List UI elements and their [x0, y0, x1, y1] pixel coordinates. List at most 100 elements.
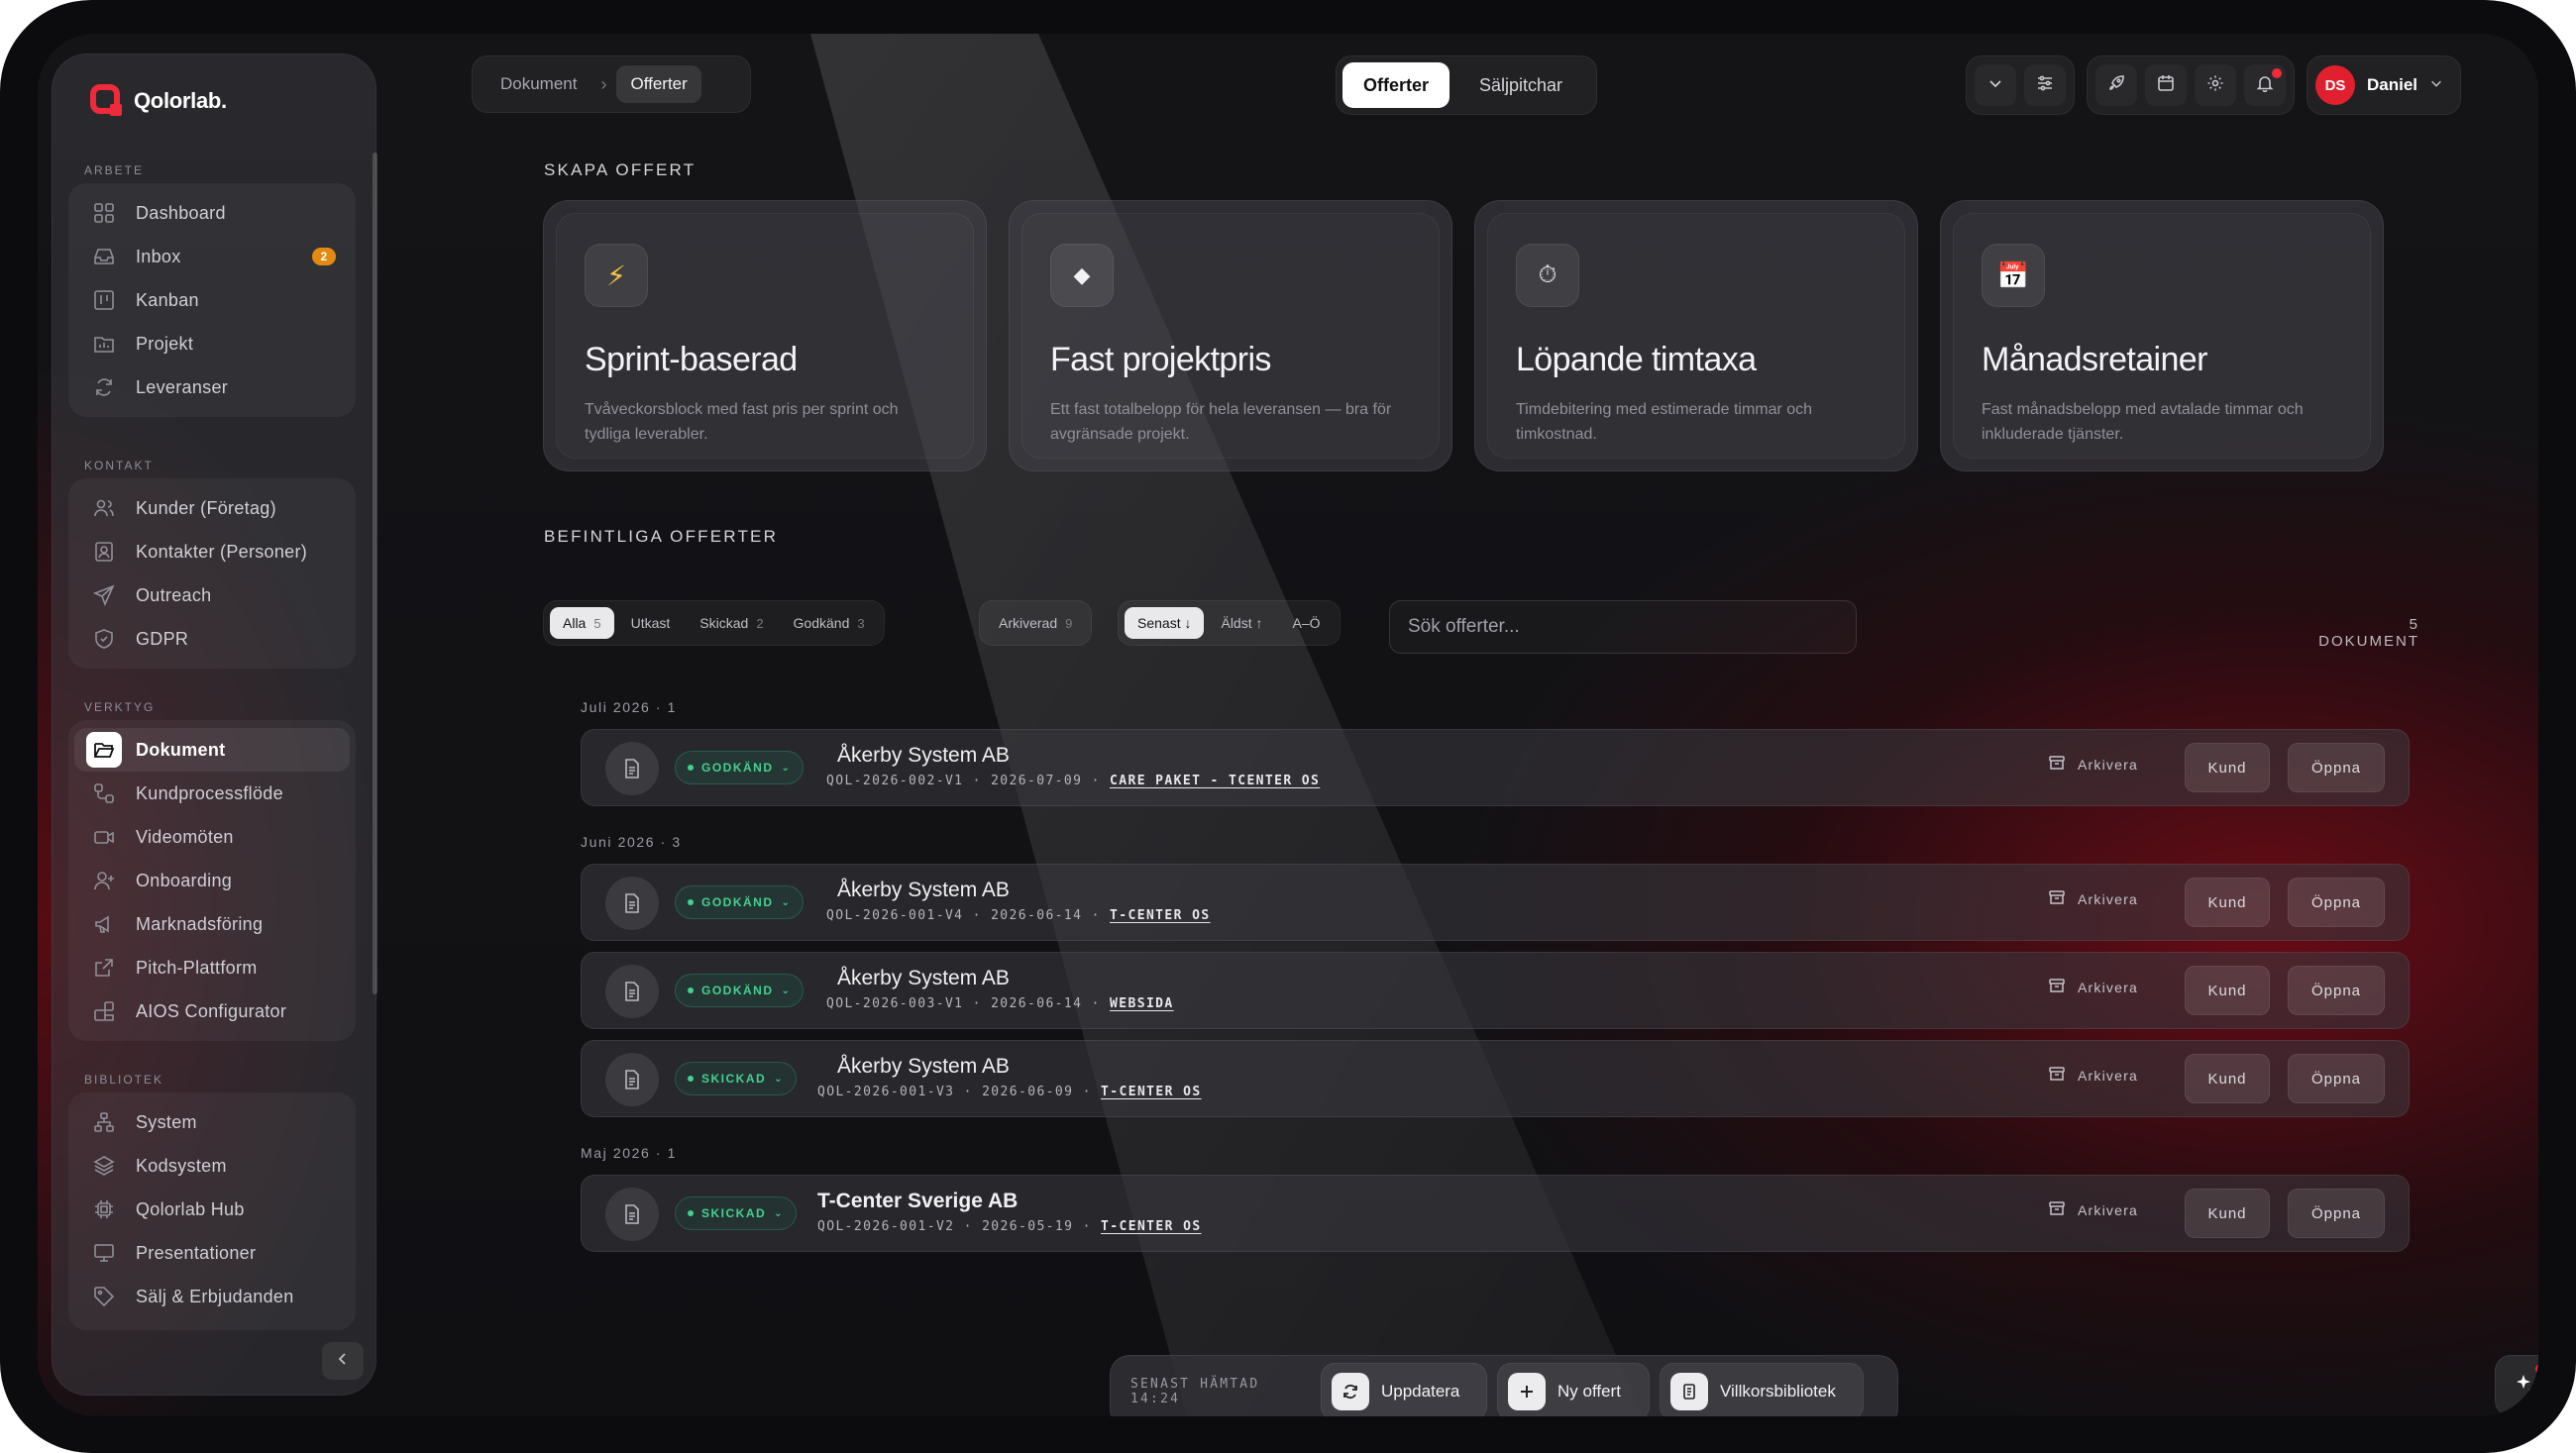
sidebar-item-marknadsforing[interactable]: Marknadsföring [74, 902, 350, 946]
filter-alla[interactable]: Alla 5 [550, 607, 614, 639]
card-fast-projektpris[interactable]: ◆ Fast projektpris Ett fast totalbelopp … [1009, 200, 1452, 471]
breadcrumb-item-offerter[interactable]: Offerter [616, 65, 701, 103]
archive-button[interactable]: Arkivera [2048, 977, 2138, 997]
breadcrumb-item-dokument[interactable]: Dokument [486, 65, 590, 103]
row-meta-id-date: QOL-2026-003-V1 · 2026-06-14 · [826, 996, 1101, 1011]
sidebar-item-salj-erbjudanden[interactable]: Sälj & Erbjudanden [74, 1275, 350, 1318]
card-manadsretainer[interactable]: 📅 Månadsretainer Fast månadsbelopp med a… [1940, 200, 2384, 471]
chip-count: 3 [857, 615, 865, 631]
sidebar-item-kanban[interactable]: Kanban [74, 278, 350, 322]
archive-icon [2048, 1199, 2066, 1220]
customer-button[interactable]: Kund [2185, 1189, 2270, 1238]
sidebar-item-gdpr[interactable]: GDPR [74, 617, 350, 661]
sidebar-item-projekt[interactable]: Projekt [74, 322, 350, 365]
chip-label: Utkast [630, 615, 671, 631]
offer-row[interactable]: GODKÄND ⌄ Åkerby System AB QOL-2026-003-V… [581, 952, 2410, 1029]
row-project-tag[interactable]: T-CENTER OS [1101, 1085, 1202, 1099]
sidebar-item-presentationer[interactable]: Presentationer [74, 1231, 350, 1275]
filter-godkand[interactable]: Godkänd 3 [781, 607, 878, 639]
avatar: DS [2315, 65, 2355, 105]
notifications-button[interactable] [2244, 64, 2286, 106]
filters-button[interactable] [2024, 64, 2066, 106]
row-meta-id-date: QOL-2026-001-V3 · 2026-06-09 · [817, 1085, 1092, 1099]
new-offer-button[interactable]: Ny offert [1497, 1363, 1650, 1416]
sidebar-item-outreach[interactable]: Outreach [74, 573, 350, 617]
sidebar-item-inbox[interactable]: Inbox 2 [74, 235, 350, 278]
card-title: Sprint-baserad [585, 341, 798, 378]
customer-button[interactable]: Kund [2185, 878, 2270, 927]
user-menu[interactable]: DS Daniel [2307, 55, 2461, 115]
chip-icon [92, 1197, 116, 1221]
offer-row[interactable]: SKICKAD ⌄ T-Center Sverige AB QOL-2026-00… [581, 1175, 2410, 1252]
status-badge[interactable]: SKICKAD ⌄ [675, 1196, 798, 1230]
search-input[interactable] [1408, 616, 1824, 638]
tab-saljpitchar[interactable]: Säljpitchar [1455, 62, 1586, 108]
expand-button[interactable] [1975, 64, 2016, 106]
sidebar-item-dokument[interactable]: Dokument [74, 728, 350, 772]
open-button[interactable]: Öppna [2288, 743, 2385, 792]
row-project-tag[interactable]: CARE PAKET - TCENTER OS [1110, 774, 1320, 788]
sidebar-item-label: Onboarding [136, 870, 233, 890]
archive-button[interactable]: Arkivera [2048, 1199, 2138, 1220]
sidebar-item-kunder[interactable]: Kunder (Företag) [74, 486, 350, 530]
row-project-tag[interactable]: T-CENTER OS [1110, 908, 1211, 923]
calendar-button[interactable] [2145, 64, 2187, 106]
archive-button[interactable]: Arkivera [2048, 888, 2138, 909]
document-icon [605, 965, 659, 1018]
offer-row[interactable]: GODKÄND ⌄ Åkerby System AB QOL-2026-002-V… [581, 729, 2410, 806]
sort-a-o[interactable]: A–Ö [1280, 607, 1334, 639]
settings-button[interactable] [2195, 64, 2236, 106]
archive-button[interactable]: Arkivera [2048, 1065, 2138, 1086]
search-field[interactable] [1389, 600, 1857, 654]
sidebar-item-videomoten[interactable]: Videomöten [74, 815, 350, 859]
archive-button[interactable]: Arkivera [2048, 754, 2138, 775]
status-badge[interactable]: GODKÄND ⌄ [675, 751, 805, 784]
status-badge[interactable]: GODKÄND ⌄ [675, 974, 805, 1007]
status-badge[interactable]: SKICKAD ⌄ [675, 1062, 798, 1095]
logo[interactable]: Qolorlab. [90, 84, 227, 118]
sidebar-scrollbar[interactable] [373, 153, 377, 994]
sidebar-item-label: Kunder (Företag) [136, 497, 276, 518]
open-button[interactable]: Öppna [2288, 1189, 2385, 1238]
nav-group-verktyg: Dokument Kundprocessflöde Videomöten Onb… [68, 720, 356, 1041]
refresh-button[interactable]: Uppdatera [1321, 1363, 1487, 1416]
sort-aldst[interactable]: Äldst ↑ [1208, 607, 1275, 639]
offer-row[interactable]: GODKÄND ⌄ Åkerby System AB QOL-2026-001-V… [581, 864, 2410, 941]
sidebar-item-kontakter[interactable]: Kontakter (Personer) [74, 530, 350, 573]
row-customer: Åkerby System AB [837, 967, 1010, 989]
sidebar-item-qolorlab-hub[interactable]: Qolorlab Hub [74, 1188, 350, 1231]
row-project-tag[interactable]: WEBSIDA [1110, 996, 1174, 1011]
document-count: 5 DOKUMENT [2318, 616, 2419, 650]
filter-skickad[interactable]: Skickad 2 [687, 607, 776, 639]
sidebar-item-aios-configurator[interactable]: AIOS Configurator [74, 989, 350, 1033]
ai-assistant-button[interactable] [2495, 1355, 2538, 1416]
collapse-sidebar-button[interactable] [322, 1342, 364, 1380]
rocket-button[interactable] [2095, 64, 2137, 106]
sidebar-item-kodsystem[interactable]: Kodsystem [74, 1144, 350, 1188]
sort-senast[interactable]: Senast ↓ [1125, 607, 1205, 639]
filter-arkiverad[interactable]: Arkiverad 9 [986, 607, 1085, 639]
sidebar-item-system[interactable]: System [74, 1100, 350, 1144]
chevron-left-icon [335, 1350, 351, 1373]
terms-library-button[interactable]: Villkorsbibliotek [1660, 1363, 1864, 1416]
status-badge[interactable]: GODKÄND ⌄ [675, 885, 805, 919]
tab-offerter[interactable]: Offerter [1342, 62, 1449, 108]
offer-row[interactable]: SKICKAD ⌄ Åkerby System AB QOL-2026-001-V… [581, 1040, 2410, 1117]
open-button[interactable]: Öppna [2288, 966, 2385, 1015]
card-lopande-timtaxa[interactable]: ⏱ Löpande timtaxa Timdebitering med esti… [1474, 200, 1918, 471]
customer-button[interactable]: Kund [2185, 1054, 2270, 1103]
group-label-juli: Juli 2026 · 1 [581, 699, 678, 715]
row-meta-id-date: QOL-2026-001-V2 · 2026-05-19 · [817, 1219, 1092, 1234]
open-button[interactable]: Öppna [2288, 878, 2385, 927]
card-sprint-baserad[interactable]: ⚡ Sprint-baserad Tvåveckorsblock med fas… [543, 200, 987, 471]
customer-button[interactable]: Kund [2185, 743, 2270, 792]
sidebar-item-dashboard[interactable]: Dashboard [74, 191, 350, 235]
filter-utkast[interactable]: Utkast [618, 607, 684, 639]
sidebar-item-pitch-plattform[interactable]: Pitch-Plattform [74, 946, 350, 989]
row-project-tag[interactable]: T-CENTER OS [1101, 1219, 1202, 1234]
customer-button[interactable]: Kund [2185, 966, 2270, 1015]
sidebar-item-kundprocessflode[interactable]: Kundprocessflöde [74, 772, 350, 815]
sidebar-item-onboarding[interactable]: Onboarding [74, 859, 350, 902]
open-button[interactable]: Öppna [2288, 1054, 2385, 1103]
sidebar-item-leveranser[interactable]: Leveranser [74, 365, 350, 409]
